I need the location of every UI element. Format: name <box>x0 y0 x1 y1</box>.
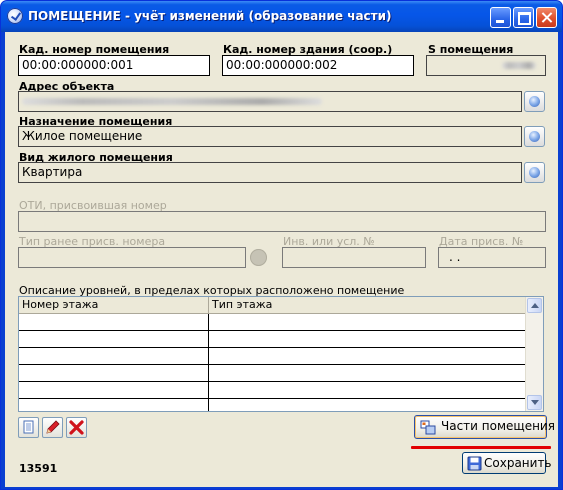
add-row-button[interactable] <box>18 417 39 438</box>
table-row[interactable] <box>19 314 527 331</box>
col-floor-number[interactable]: Номер этажа <box>19 297 209 313</box>
app-icon <box>7 8 23 24</box>
maximize-button[interactable] <box>513 7 534 28</box>
floor-number-cell[interactable] <box>19 382 209 399</box>
parts-button[interactable]: Части помещения <box>414 415 555 439</box>
floor-number-cell[interactable] <box>19 314 209 331</box>
table-row[interactable] <box>19 365 527 382</box>
assign-date-field[interactable]: . . <box>438 247 546 268</box>
col-floor-type[interactable]: Тип этажа <box>209 297 527 313</box>
table-row[interactable] <box>19 382 527 399</box>
purpose-field[interactable]: Жилое помещение <box>18 126 522 147</box>
dialog-body: Кад. номер помещения 00:00:000000:001 Ка… <box>5 32 558 487</box>
levels-table[interactable]: Номер этажа Тип этажа <box>18 296 544 412</box>
save-button[interactable]: Сохранить <box>462 452 552 474</box>
floor-type-cell[interactable] <box>209 314 527 331</box>
floor-number-cell[interactable] <box>19 399 209 411</box>
levels-scrollbar[interactable] <box>525 297 543 411</box>
document-icon <box>23 420 34 434</box>
area-field[interactable] <box>426 55 546 76</box>
floor-number-cell[interactable] <box>19 348 209 365</box>
address-field[interactable] <box>18 91 522 112</box>
minimize-button[interactable] <box>490 7 511 28</box>
inv-num-field[interactable] <box>282 247 426 268</box>
cad-building-field[interactable]: 00:00:000000:002 <box>222 55 414 76</box>
purpose-pick-button[interactable] <box>524 126 545 147</box>
floor-type-cell[interactable] <box>209 348 527 365</box>
edit-row-button[interactable] <box>42 417 63 438</box>
title-bar[interactable]: ПОМЕЩЕНИЕ - учёт изменений (образование … <box>1 1 562 32</box>
floor-type-cell[interactable] <box>209 382 527 399</box>
prev-num-type-pick-icon[interactable] <box>250 249 267 266</box>
cad-room-field[interactable]: 00:00:000000:001 <box>18 55 210 76</box>
redacted-value <box>502 62 536 69</box>
floor-type-cell[interactable] <box>209 399 527 411</box>
pencil-icon <box>46 420 60 434</box>
address-pick-button[interactable] <box>524 91 545 112</box>
living-type-pick-button[interactable] <box>524 162 545 183</box>
scroll-down-icon[interactable] <box>527 395 542 410</box>
levels-table-header: Номер этажа Тип этажа <box>19 297 527 314</box>
highlight-underline <box>411 446 551 449</box>
save-icon <box>467 456 482 471</box>
floor-number-cell[interactable] <box>19 331 209 348</box>
floor-number-cell[interactable] <box>19 365 209 382</box>
oti-field[interactable] <box>18 211 546 232</box>
floor-type-cell[interactable] <box>209 331 527 348</box>
living-type-field[interactable]: Квартира <box>18 162 522 183</box>
scroll-up-icon[interactable] <box>527 298 542 313</box>
parts-button-label: Части помещения <box>441 419 555 433</box>
table-row[interactable] <box>19 348 527 365</box>
save-button-label: Сохранить <box>484 456 552 470</box>
prev-num-type-field[interactable] <box>18 247 246 268</box>
close-button[interactable] <box>536 7 557 28</box>
parts-icon <box>420 420 436 435</box>
redacted-address <box>22 98 322 105</box>
table-row[interactable] <box>19 399 527 411</box>
record-id: 13591 <box>19 462 58 475</box>
window-title: ПОМЕЩЕНИЕ - учёт изменений (образование … <box>28 9 392 23</box>
floor-type-cell[interactable] <box>209 365 527 382</box>
delete-row-button[interactable] <box>66 417 87 438</box>
delete-x-icon <box>69 420 84 435</box>
dialog-window: ПОМЕЩЕНИЕ - учёт изменений (образование … <box>0 0 563 490</box>
table-row[interactable] <box>19 331 527 348</box>
